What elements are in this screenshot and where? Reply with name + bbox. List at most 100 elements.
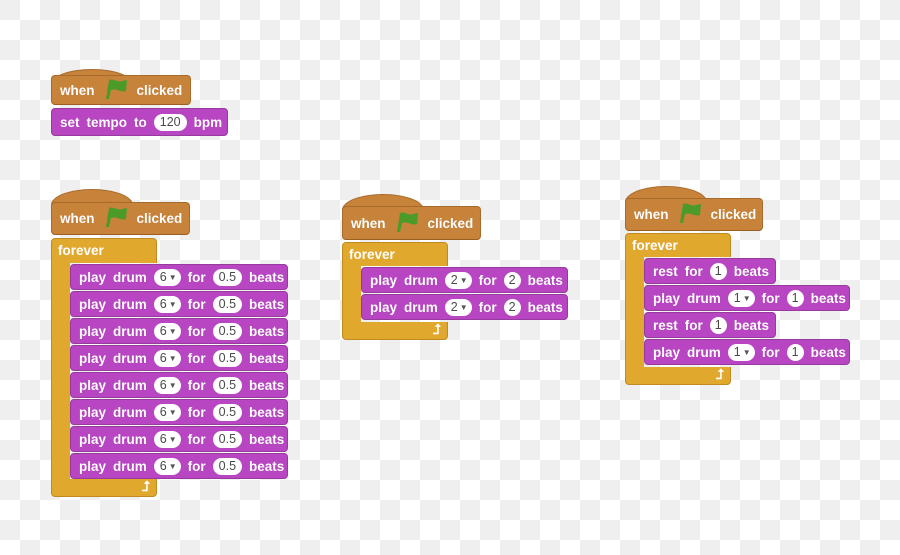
when-label: when	[60, 82, 95, 98]
drum-value: 6	[159, 297, 167, 311]
when-label: when	[60, 211, 95, 226]
play-label: play	[79, 350, 107, 366]
drum-value: 1	[733, 345, 741, 359]
play-drum-block[interactable]: play drum 6 ▼ for 0.5 beats	[70, 264, 288, 290]
beats-input[interactable]: 0.5	[212, 295, 243, 313]
drum-dropdown[interactable]: 6 ▼	[153, 349, 181, 367]
play-drum-block[interactable]: play drum 6 ▼ for 0.5 beats	[70, 291, 288, 317]
forever-label: forever	[58, 243, 104, 258]
play-label: play	[79, 269, 107, 285]
play-drum-block[interactable]: play drum 1 ▼ for 1 beats	[644, 339, 850, 365]
beats-input[interactable]: 0.5	[212, 268, 243, 286]
drum-value: 6	[159, 432, 167, 446]
beats-label: beats	[249, 269, 285, 285]
drum-dropdown[interactable]: 1 ▼	[727, 289, 755, 307]
beats-input[interactable]: 1	[786, 289, 804, 307]
bpm-label: bpm	[193, 114, 223, 130]
play-drum-block[interactable]: play drum 6 ▼ for 0.5 beats	[70, 453, 288, 479]
when-flag-clicked-hat[interactable]: when clicked	[342, 206, 481, 240]
beats-input[interactable]: 0.5	[212, 322, 243, 340]
drum-value: 2	[450, 273, 458, 287]
play-label: play	[79, 404, 107, 420]
beats-input[interactable]: 2	[503, 271, 521, 289]
for-label: for	[187, 458, 206, 474]
beats-input[interactable]: 0.5	[212, 457, 243, 475]
play-drum-block[interactable]: play drum 6 ▼ for 0.5 beats	[70, 399, 288, 425]
play-drum-block[interactable]: play drum 6 ▼ for 0.5 beats	[70, 426, 288, 452]
drum-value: 6	[159, 270, 167, 284]
play-label: play	[370, 272, 398, 288]
rest-for-beats-block[interactable]: rest for 1 beats	[644, 312, 776, 338]
rest-label: rest	[653, 263, 678, 279]
set-label: set	[60, 114, 80, 130]
beats-input[interactable]: 2	[503, 298, 521, 316]
loop-arrow-icon: ⮥	[141, 478, 150, 494]
beats-input[interactable]: 1	[709, 316, 727, 334]
beats-input[interactable]: 1	[786, 343, 804, 361]
play-label: play	[79, 377, 107, 393]
chevron-down-icon: ▼	[742, 347, 751, 357]
loop-arrow-icon: ⮥	[432, 321, 441, 337]
beats-input[interactable]: 0.5	[212, 430, 243, 448]
chevron-down-icon: ▼	[168, 380, 177, 390]
drum-value: 6	[159, 378, 167, 392]
drum-dropdown[interactable]: 6 ▼	[153, 376, 181, 394]
green-flag-icon	[393, 210, 421, 237]
drum-label: drum	[687, 290, 721, 306]
tempo-label: tempo	[86, 114, 128, 130]
when-flag-clicked-hat[interactable]: when clicked	[51, 75, 191, 105]
beats-input[interactable]: 0.5	[212, 403, 243, 421]
forever-label: forever	[349, 247, 395, 262]
beats-label: beats	[249, 404, 285, 420]
clicked-label: clicked	[710, 207, 757, 222]
drum-label: drum	[113, 269, 147, 285]
beats-label: beats	[249, 350, 285, 366]
beats-label: beats	[249, 296, 285, 312]
play-drum-block[interactable]: play drum 1 ▼ for 1 beats	[644, 285, 850, 311]
when-flag-clicked-hat[interactable]: when clicked	[625, 198, 763, 231]
for-label: for	[187, 404, 206, 420]
drum-value: 1	[733, 291, 741, 305]
drum-dropdown[interactable]: 6 ▼	[153, 430, 181, 448]
for-label: for	[187, 323, 206, 339]
drum-dropdown[interactable]: 2 ▼	[444, 271, 472, 289]
set-tempo-block[interactable]: set tempo to 120 bpm	[51, 108, 228, 136]
chevron-down-icon: ▼	[168, 407, 177, 417]
play-label: play	[79, 458, 107, 474]
chevron-down-icon: ▼	[168, 353, 177, 363]
play-drum-block[interactable]: play drum 2 ▼ for 2 beats	[361, 294, 568, 320]
beats-input[interactable]: 1	[709, 262, 727, 280]
for-label: for	[684, 263, 703, 279]
beats-label: beats	[733, 317, 770, 333]
rest-label: rest	[653, 317, 678, 333]
chevron-down-icon: ▼	[459, 302, 468, 312]
drum-dropdown[interactable]: 2 ▼	[444, 298, 472, 316]
drum-label: drum	[113, 323, 147, 339]
play-drum-block[interactable]: play drum 6 ▼ for 0.5 beats	[70, 345, 288, 371]
play-drum-block[interactable]: play drum 2 ▼ for 2 beats	[361, 267, 568, 293]
beats-label: beats	[527, 272, 563, 288]
clicked-label: clicked	[136, 211, 183, 226]
beats-input[interactable]: 0.5	[212, 376, 243, 394]
tempo-input[interactable]: 120	[153, 113, 187, 131]
play-drum-block[interactable]: play drum 6 ▼ for 0.5 beats	[70, 318, 288, 344]
drum-label: drum	[113, 458, 147, 474]
clicked-label: clicked	[427, 215, 474, 231]
drum-dropdown[interactable]: 6 ▼	[153, 403, 181, 421]
play-label: play	[79, 296, 107, 312]
play-label: play	[79, 431, 107, 447]
drum-dropdown[interactable]: 6 ▼	[153, 268, 181, 286]
drum-label: drum	[113, 377, 147, 393]
for-label: for	[187, 431, 206, 447]
when-flag-clicked-hat[interactable]: when clicked	[51, 202, 190, 235]
beats-input[interactable]: 0.5	[212, 349, 243, 367]
play-drum-block[interactable]: play drum 6 ▼ for 0.5 beats	[70, 372, 288, 398]
rest-for-beats-block[interactable]: rest for 1 beats	[644, 258, 776, 284]
chevron-down-icon: ▼	[168, 299, 177, 309]
drum-dropdown[interactable]: 1 ▼	[727, 343, 755, 361]
drum-dropdown[interactable]: 6 ▼	[153, 457, 181, 475]
drum-dropdown[interactable]: 6 ▼	[153, 322, 181, 340]
for-label: for	[478, 299, 497, 315]
drum-dropdown[interactable]: 6 ▼	[153, 295, 181, 313]
beats-label: beats	[810, 344, 846, 360]
